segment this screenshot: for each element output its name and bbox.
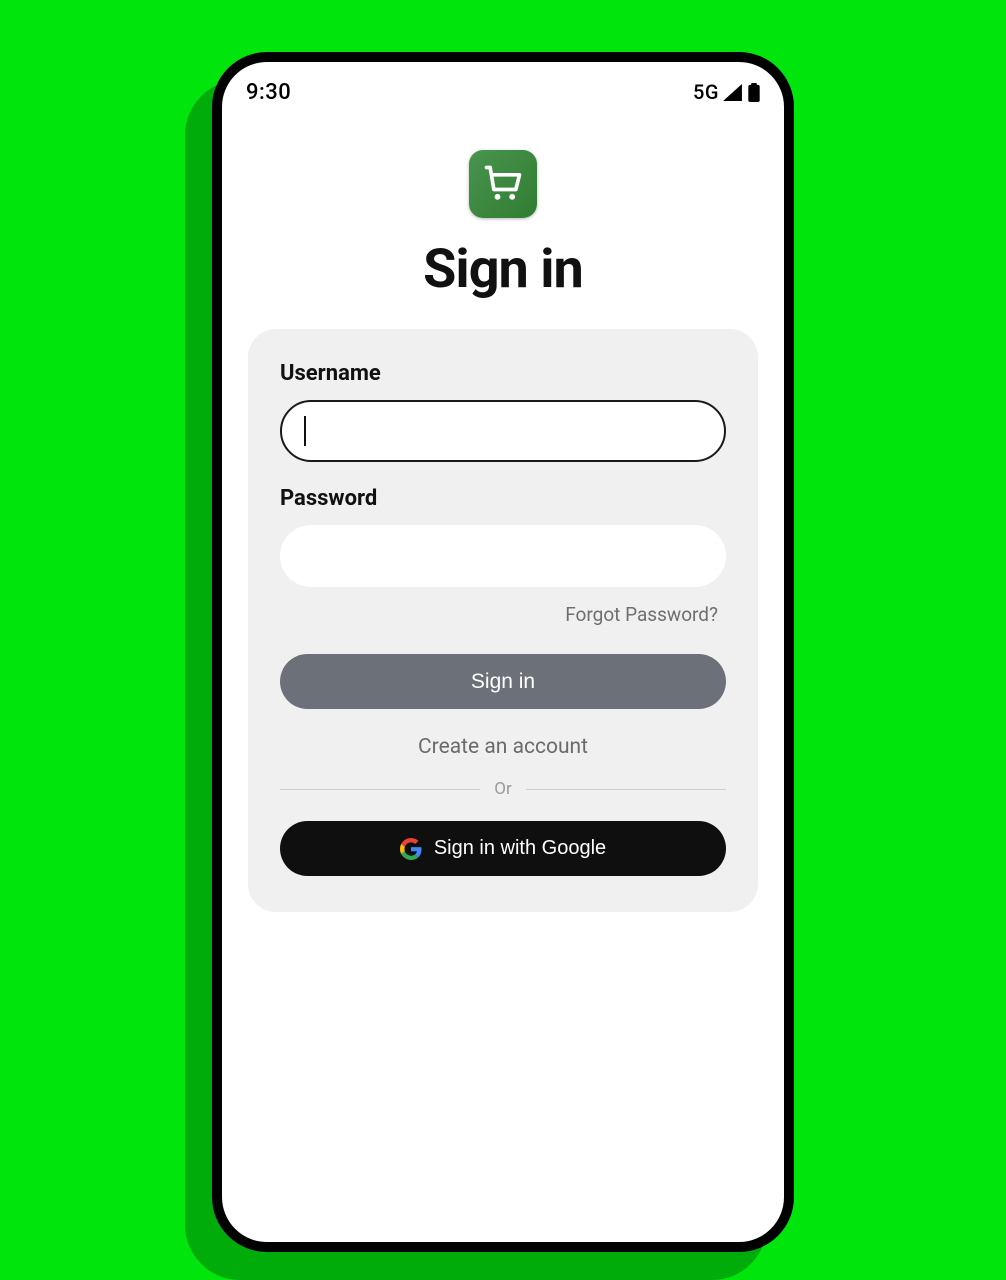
password-input[interactable]	[280, 525, 726, 587]
divider-line-right	[526, 789, 726, 790]
page-title: Sign in	[423, 238, 583, 301]
username-label: Username	[280, 361, 726, 386]
signin-form: Username Password Forgot Password? Sign …	[248, 329, 758, 912]
battery-icon	[748, 83, 760, 102]
username-input[interactable]	[280, 400, 726, 462]
signal-icon	[723, 84, 742, 101]
network-label: 5G	[693, 80, 719, 104]
google-signin-button[interactable]: Sign in with Google	[280, 821, 726, 876]
cart-icon	[481, 162, 525, 206]
signin-button[interactable]: Sign in	[280, 654, 726, 709]
status-indicators: 5G	[693, 80, 760, 104]
password-label: Password	[280, 486, 726, 511]
status-time: 9:30	[246, 80, 291, 105]
status-bar: 9:30 5G	[222, 68, 784, 116]
text-cursor	[304, 416, 306, 446]
google-icon	[400, 838, 422, 860]
create-account-link[interactable]: Create an account	[280, 735, 726, 759]
divider-line-left	[280, 789, 480, 790]
forgot-password-link[interactable]: Forgot Password?	[565, 603, 718, 626]
divider-text: Or	[494, 779, 511, 799]
phone-frame: 9:30 5G Sign in Username	[212, 52, 794, 1252]
google-signin-label: Sign in with Google	[434, 837, 606, 860]
divider: Or	[280, 779, 726, 799]
app-logo	[469, 150, 537, 218]
app-content: Sign in Username Password Forgot Passwor…	[222, 116, 784, 912]
